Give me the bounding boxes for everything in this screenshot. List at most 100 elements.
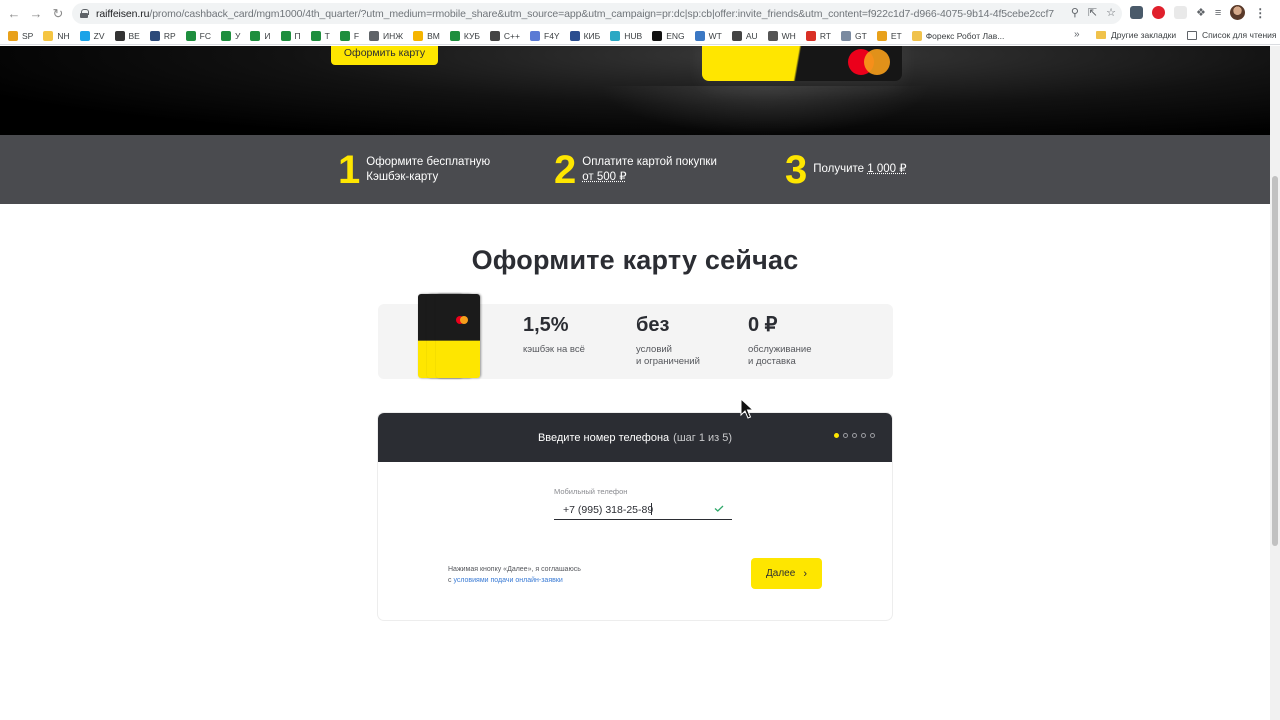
benefit-free-service: 0 ₽ обслуживание и доставка	[748, 314, 812, 367]
bookmark-item[interactable]: КУБ	[449, 30, 480, 41]
bookmark-favicon-icon	[369, 30, 380, 41]
lock-icon	[80, 9, 89, 18]
bookmark-favicon-icon	[449, 30, 460, 41]
bookmark-item[interactable]: BE	[114, 30, 140, 41]
bookmark-item[interactable]: NH	[43, 30, 70, 41]
bookmark-item[interactable]: RP	[149, 30, 176, 41]
step-text-line: Кэшбэк-карту	[366, 170, 439, 183]
form-header: Введите номер телефона (шаг 1 из 5)	[378, 413, 892, 462]
bookmark-favicon-icon	[280, 30, 291, 41]
scrollbar-thumb[interactable]	[1272, 176, 1278, 546]
step-dot	[870, 433, 875, 438]
bookmark-favicon-icon	[876, 30, 887, 41]
phone-field: Мобильный телефон	[554, 487, 732, 520]
bookmark-item[interactable]: HUB	[610, 30, 642, 41]
bookmark-item[interactable]: SP	[8, 30, 33, 41]
bookmark-item[interactable]: И	[250, 30, 271, 41]
bookmark-item[interactable]: F4Y	[530, 30, 560, 41]
bookmark-star-icon[interactable]: ☆	[1106, 6, 1116, 19]
forward-icon[interactable]: →	[25, 3, 47, 25]
check-icon	[714, 505, 724, 512]
zoom-icon[interactable]: ⚲	[1071, 6, 1079, 19]
bookmark-item[interactable]: RT	[805, 30, 831, 41]
bookmark-item[interactable]: Т	[310, 30, 330, 41]
bookmark-favicon-icon	[339, 30, 350, 41]
bookmark-favicon-icon	[185, 30, 196, 41]
phone-input[interactable]	[554, 500, 732, 520]
benefits-panel: 1,5% кэшбэк на всё без условий и огранич…	[378, 294, 893, 379]
profile-avatar[interactable]	[1230, 5, 1246, 20]
puzzle-icon[interactable]: ❖	[1196, 6, 1206, 19]
bookmark-favicon-icon	[8, 30, 18, 41]
terms-link[interactable]: условиями подачи онлайн-заявки	[453, 577, 562, 584]
step-dots	[834, 433, 875, 438]
bookmark-item[interactable]: F	[339, 30, 359, 41]
bookmark-item[interactable]: ИНЖ	[369, 30, 403, 41]
bookmark-favicon-icon	[569, 30, 580, 41]
url-text: raiffeisen.ru/promo/cashback_card/mgm100…	[96, 7, 1055, 20]
bookmarks-more-icon[interactable]: »	[1074, 29, 1080, 40]
bookmark-favicon-icon	[694, 30, 705, 41]
menu-icon[interactable]: ⋮	[1254, 6, 1266, 20]
bookmark-favicon-icon	[149, 30, 160, 41]
reload-icon[interactable]: ↻	[47, 3, 69, 25]
media-icon[interactable]: ≡	[1215, 7, 1221, 19]
bookmark-item[interactable]: П	[280, 30, 301, 41]
step-dot	[861, 433, 866, 438]
step-number: 2	[554, 147, 577, 192]
phone-label: Мобильный телефон	[554, 487, 628, 496]
bookmark-item[interactable]: КИБ	[569, 30, 600, 41]
bookmark-item[interactable]: C++	[489, 30, 520, 41]
form-step-info: (шаг 1 из 5)	[673, 431, 733, 444]
step-text-line: Получите	[813, 163, 865, 175]
mastercard-logo	[848, 49, 890, 75]
step-dot	[834, 433, 839, 438]
application-form: Введите номер телефона (шаг 1 из 5) Моби…	[378, 413, 892, 620]
step-text-line: Оформите бесплатную	[366, 155, 491, 168]
bookmark-item[interactable]: WT	[694, 30, 722, 41]
form-title: Введите номер телефона	[537, 431, 670, 444]
bookmarks-bar: SP NH ZV BE RP FC У И П Т F ИНЖ BM КУБ C++ F4Y КИБ HUB ENG…	[0, 27, 1280, 45]
bookmark-item[interactable]: GT	[841, 30, 867, 41]
share-icon[interactable]: ⇱	[1088, 6, 1097, 19]
hero-apply-button[interactable]: Оформить карту	[331, 46, 438, 65]
extension-icon[interactable]	[1174, 6, 1187, 19]
step-dot	[843, 433, 848, 438]
bookmark-favicon-icon	[79, 30, 90, 41]
page-scrollbar[interactable]	[1270, 46, 1280, 720]
bookmark-favicon-icon	[114, 30, 125, 41]
text-caret	[651, 503, 652, 515]
bookmark-favicon-icon	[610, 30, 621, 41]
next-button[interactable]: Далее ›	[751, 558, 822, 589]
bookmark-favicon-icon	[805, 30, 816, 41]
bookmark-favicon-icon	[652, 30, 663, 41]
benefit-no-conditions: без условий и ограничений	[636, 314, 700, 367]
bookmark-item[interactable]: FC	[185, 30, 211, 41]
bookmark-item[interactable]: WH	[767, 30, 796, 41]
bookmark-item[interactable]: ZV	[79, 30, 105, 41]
mouse-cursor-icon	[740, 398, 754, 419]
step-2: 2 Оплатите картой покупки от 500 ₽	[554, 135, 717, 204]
bookmark-item[interactable]: Форекс Робот Лав...	[911, 30, 1004, 41]
extension-icon[interactable]	[1130, 6, 1143, 19]
url-field[interactable]: raiffeisen.ru/promo/cashback_card/mgm100…	[72, 3, 1122, 24]
step-amount: от 500 ₽	[582, 170, 627, 183]
reading-list-icon	[1187, 30, 1197, 40]
bookmark-item[interactable]: BM	[413, 30, 440, 41]
bookmark-favicon-icon	[310, 30, 321, 41]
cards-image	[418, 294, 482, 380]
hero-banner: Оформить карту	[0, 46, 1270, 135]
back-icon[interactable]: ←	[3, 3, 25, 25]
other-bookmarks-folder[interactable]: Другие закладки	[1096, 30, 1176, 40]
bookmark-item[interactable]: AU	[731, 30, 758, 41]
consent-text: Нажимая кнопку «Далее», я соглашаюсь с у…	[448, 566, 581, 584]
bookmark-favicon-icon	[841, 30, 851, 41]
page-content: Оформить карту 1 Оформите бесплатную Кэш…	[0, 46, 1270, 720]
bookmark-item[interactable]: ET	[876, 30, 902, 41]
bookmark-item[interactable]: ENG	[652, 30, 685, 41]
bookmark-favicon-icon	[250, 30, 261, 41]
opera-icon[interactable]	[1152, 6, 1165, 19]
reading-list-button[interactable]: Список для чтения	[1187, 30, 1277, 40]
bookmark-item[interactable]: У	[221, 30, 240, 41]
bookmark-favicon-icon	[911, 30, 922, 41]
